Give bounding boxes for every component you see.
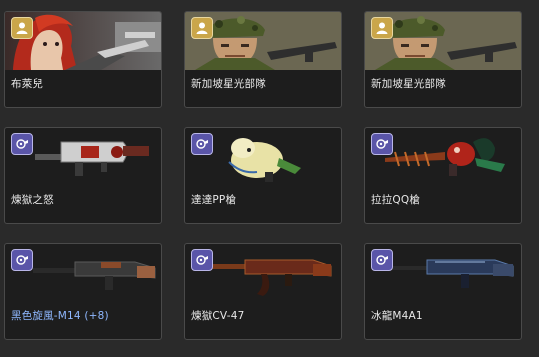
character-icon xyxy=(371,17,393,39)
item-name: 黑色旋風-M14 (+8) xyxy=(11,310,109,322)
revolver-icon xyxy=(11,249,33,271)
item-name: 冰龍M4A1 xyxy=(371,310,423,322)
item-name: 新加坡星光部隊 xyxy=(191,78,266,90)
revolver-icon xyxy=(11,133,33,155)
item-name: 達達PP槍 xyxy=(191,194,237,206)
revolver-icon xyxy=(371,249,393,271)
item-card-singapore-squad[interactable]: 新加坡星光部隊 xyxy=(364,11,522,108)
item-name: 煉獄CV-47 xyxy=(191,310,245,322)
character-icon xyxy=(11,17,33,39)
item-card-purgatory-cv47[interactable]: 煉獄CV-47 xyxy=(184,243,342,340)
revolver-icon xyxy=(371,133,393,155)
item-card-blair[interactable]: 布萊兒 xyxy=(4,11,162,108)
item-card-singapore-squad[interactable]: 新加坡星光部隊 xyxy=(184,11,342,108)
item-name: 拉拉QQ槍 xyxy=(371,194,421,206)
character-icon xyxy=(191,17,213,39)
item-name: 布萊兒 xyxy=(11,78,44,90)
item-card-dada-pp-gun[interactable]: 達達PP槍 xyxy=(184,127,342,224)
revolver-icon xyxy=(191,249,213,271)
item-card-black-whirlwind-m14[interactable]: 黑色旋風-M14 (+8) xyxy=(4,243,162,340)
item-grid: 布萊兒 新加坡星光部隊 新加坡星光部隊 煉獄之怒 達達PP槍 拉拉QQ槍 黑色旋… xyxy=(0,0,539,357)
item-card-ice-dragon-m4a1[interactable]: 冰龍M4A1 xyxy=(364,243,522,340)
item-card-lala-qq-gun[interactable]: 拉拉QQ槍 xyxy=(364,127,522,224)
item-card-purgatory-wrath[interactable]: 煉獄之怒 xyxy=(4,127,162,224)
item-name: 新加坡星光部隊 xyxy=(371,78,446,90)
item-name: 煉獄之怒 xyxy=(11,194,54,206)
revolver-icon xyxy=(191,133,213,155)
